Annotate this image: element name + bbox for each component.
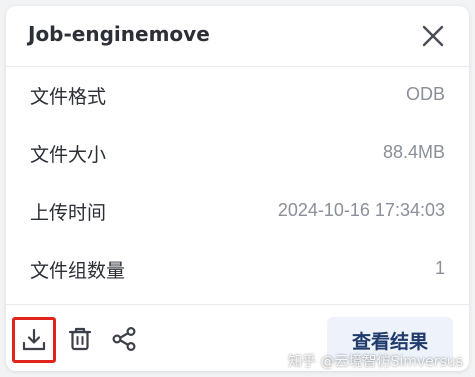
detail-row-size: 文件大小 88.4MB [6,124,469,182]
close-button[interactable] [419,22,447,50]
file-details-card: Job-enginemove 文件格式 ODB 文件大小 88.4MB 上传时间… [6,6,469,371]
watermark-text: 知乎 @云境智仿Simversus [288,354,463,370]
close-icon [422,25,444,47]
detail-label: 上传时间 [30,202,107,224]
download-button[interactable] [12,317,56,363]
share-icon [112,326,136,352]
detail-label: 文件组数量 [30,260,126,282]
detail-value: ODB [405,84,445,104]
detail-value: 2024-10-16 17:34:03 [277,200,445,220]
delete-button[interactable] [60,319,100,359]
details-list: 文件格式 ODB 文件大小 88.4MB 上传时间 2024-10-16 17:… [6,66,469,304]
share-button[interactable] [104,319,144,359]
detail-label: 文件格式 [30,86,107,108]
detail-row-group-count: 文件组数量 1 [6,240,469,298]
card-header: Job-enginemove [6,6,469,67]
detail-label: 文件大小 [30,144,107,166]
trash-icon [68,327,92,351]
detail-row-format: 文件格式 ODB [6,66,469,124]
detail-row-upload-time: 上传时间 2024-10-16 17:34:03 [6,182,469,240]
detail-value: 1 [434,258,445,278]
download-icon [22,328,46,351]
detail-value: 88.4MB [382,142,445,162]
card-title: Job-enginemove [28,22,210,46]
